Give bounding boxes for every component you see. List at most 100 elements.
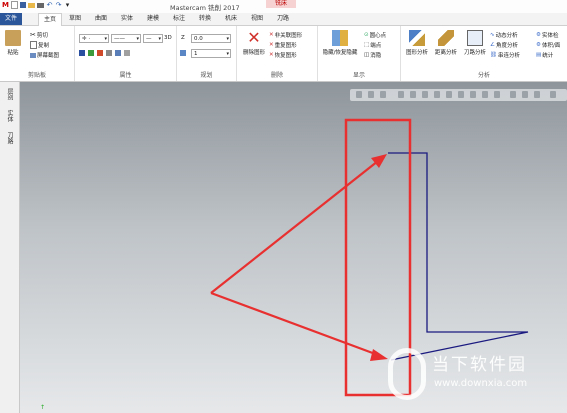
distance-analysis-label: 距离分析 — [434, 50, 457, 56]
edge-label: 消隐 — [370, 53, 382, 59]
line-width-select[interactable]: — ▾ — [143, 34, 163, 43]
paste-label: 粘贴 — [7, 50, 19, 56]
tab-solids[interactable]: 实体 — [116, 13, 138, 25]
tab-surfaces[interactable]: 曲面 — [90, 13, 112, 25]
dynamic-analysis-icon: ∿ — [490, 32, 495, 38]
distance-analysis-button[interactable]: 距离分析 — [432, 30, 460, 56]
level-select[interactable]: 1 ▾ — [191, 49, 231, 58]
repeat-button[interactable]: ✕ 重复图形 — [269, 41, 297, 49]
endpoint-icon: ⬚ — [364, 42, 370, 48]
level-value: 1 — [194, 51, 198, 57]
ruler-pencil-icon — [409, 30, 425, 46]
annotation-arrow-lower — [210, 291, 379, 357]
watermark-text: 当下软件园 — [432, 355, 527, 375]
statistics-button[interactable]: ▤ 统计 — [536, 51, 553, 59]
hide-unhide-icon — [332, 30, 348, 46]
sidebar-tab-levels[interactable]: 层别 — [4, 88, 14, 100]
set-all-icon[interactable] — [115, 50, 121, 56]
solid-color-icon[interactable] — [97, 50, 103, 56]
group-properties: ✛ · ▾ —— ▾ — ▾ 3D 属性 — [75, 26, 177, 81]
endpoint-button[interactable]: ⬚ 端点 — [364, 41, 381, 49]
wireframe-color-icon[interactable] — [79, 50, 85, 56]
tab-toolpaths[interactable]: 刀路 — [272, 13, 294, 25]
line-style-icon: —— — [114, 36, 125, 42]
watermark: 当下软件园 www.downxia.com — [388, 344, 558, 404]
chain-icon: ⛓ — [490, 52, 497, 58]
tab-view[interactable]: 视图 — [246, 13, 268, 25]
clipboard-group-label: 剪贴板 — [27, 72, 46, 79]
cut-button[interactable]: ✂ 剪切 — [30, 31, 48, 39]
copy-label: 复制 — [38, 43, 50, 49]
tab-home[interactable]: 主页 — [38, 13, 62, 26]
toolpath-analysis-button[interactable]: 刀路分析 — [461, 30, 489, 56]
volume-area-button[interactable]: ⚙ 体积/面 — [536, 41, 560, 49]
delete-entity-button[interactable]: ✕ 删除图形 — [240, 30, 268, 57]
level-icon — [180, 50, 186, 56]
copy-button[interactable]: 复制 — [30, 41, 49, 49]
angle-icon: ∠ — [490, 42, 495, 48]
angle-analysis-button[interactable]: ∠ 角度分析 — [490, 41, 518, 49]
restore-button[interactable]: ✕ 恢复图形 — [269, 51, 297, 59]
redo-icon[interactable]: ↷ — [55, 1, 62, 9]
tab-transform[interactable]: 转换 — [194, 13, 216, 25]
solid-check-button[interactable]: ⚙ 实体检 — [536, 31, 558, 39]
sidebar-tab-toolpaths[interactable]: 刀路 — [4, 132, 14, 144]
paste-button[interactable]: 粘贴 — [4, 30, 22, 56]
x-small-icon: ✕ — [269, 42, 274, 48]
angle-analysis-label: 角度分析 — [495, 43, 518, 49]
tab-model-prep[interactable]: 建模 — [142, 13, 164, 25]
arc-center-button[interactable]: ⊙ 圆心点 — [364, 31, 386, 39]
screenshot-label: 屏幕截图 — [37, 53, 60, 59]
title-bar: M ↶ ↷ ▾ Mastercam 铣削 2017 铣床 — [0, 0, 567, 13]
repeat-label: 重复图形 — [274, 43, 297, 49]
delete-group-label: 删除 — [270, 72, 283, 79]
print-icon[interactable] — [37, 2, 44, 8]
z-depth-value: 0.0 — [194, 36, 203, 42]
group-delete: ✕ 删除图形 ✕ 非关联图形 ✕ 重复图形 ✕ 恢复图形 删除 — [237, 26, 318, 81]
edge-button[interactable]: ◫ 消隐 — [364, 51, 381, 59]
point-style-select[interactable]: ✛ · ▾ — [79, 34, 109, 43]
save-icon[interactable] — [20, 2, 26, 8]
chain-analysis-button[interactable]: ⛓ 串连分析 — [490, 51, 520, 59]
paste-icon — [5, 30, 21, 46]
non-assoc-button[interactable]: ✕ 非关联图形 — [269, 31, 302, 39]
point-style-icon: ✛ · — [82, 36, 91, 42]
arc-center-label: 圆心点 — [369, 33, 387, 39]
group-display: 隐藏/恢复隐藏 ⊙ 圆心点 ⬚ 端点 ◫ 消隐 显示 — [318, 26, 401, 81]
z-depth-input[interactable]: 0.0 ▾ — [191, 34, 231, 43]
fill-color-icon[interactable] — [88, 50, 94, 56]
screenshot-button[interactable]: 屏幕截图 — [30, 51, 59, 59]
line-style-select[interactable]: —— ▾ — [111, 34, 141, 43]
tab-file[interactable]: 文件 — [0, 13, 22, 25]
attributes-icon[interactable] — [124, 50, 130, 56]
tab-machine[interactable]: 机床 — [220, 13, 242, 25]
context-tab-title: 铣床 — [266, 0, 296, 8]
undo-icon[interactable]: ↶ — [46, 1, 53, 9]
dynamic-analysis-button[interactable]: ∿ 动态分析 — [490, 31, 518, 39]
tab-sketch[interactable]: 草图 — [64, 13, 86, 25]
entity-analysis-button[interactable]: 图形分析 — [403, 30, 431, 56]
undo-x-icon: ✕ — [269, 52, 274, 58]
chevron-down-icon: ▾ — [158, 36, 161, 42]
customize-qa-icon[interactable]: ▾ — [64, 1, 71, 9]
cut-label: 剪切 — [36, 33, 48, 39]
endpoint-label: 端点 — [370, 43, 382, 49]
app-logo-icon: M — [2, 1, 9, 9]
dynamic-analysis-label: 动态分析 — [495, 33, 518, 39]
chevron-down-icon: ▾ — [226, 36, 229, 42]
line-width-icon: — — [146, 36, 152, 42]
chevron-down-icon: ▾ — [104, 36, 107, 42]
hide-unhide-button[interactable]: 隐藏/恢复隐藏 — [320, 30, 360, 56]
clear-colors-icon[interactable] — [106, 50, 112, 56]
non-assoc-label: 非关联图形 — [274, 33, 303, 39]
statistics-label: 统计 — [542, 53, 554, 59]
open-icon[interactable] — [28, 2, 35, 8]
dimension-3d-toggle[interactable]: 3D — [164, 35, 172, 41]
sidebar-tab-solids[interactable]: 实体 — [4, 110, 14, 122]
group-planes: Z 0.0 ▾ 1 ▾ 规划 — [177, 26, 237, 81]
color-tools — [79, 50, 130, 56]
chain-analysis-label: 串连分析 — [497, 53, 520, 59]
tab-drafting[interactable]: 标注 — [168, 13, 190, 25]
new-file-icon[interactable] — [11, 1, 18, 9]
z-depth-label: Z — [181, 35, 185, 41]
